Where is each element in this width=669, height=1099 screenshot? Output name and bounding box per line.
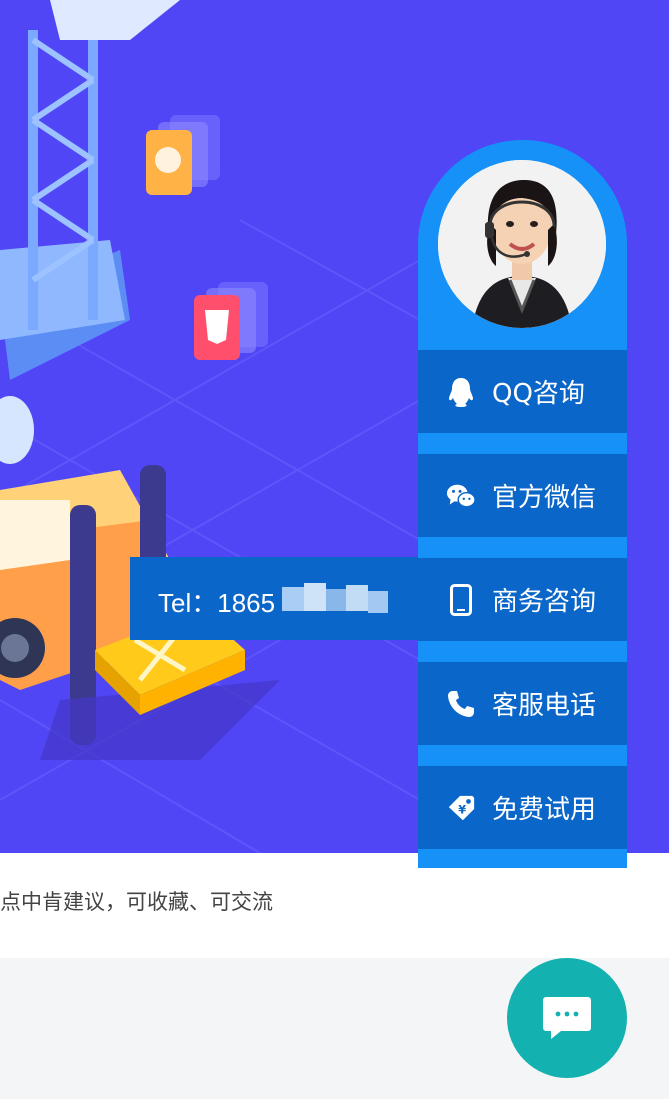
- tel-number-text: Tel：1865: [158, 588, 276, 618]
- qq-consult-button[interactable]: QQ咨询: [418, 350, 627, 433]
- agent-photo-icon: [438, 160, 606, 328]
- business-consult-label: 商务咨询: [492, 587, 597, 617]
- service-phone-button[interactable]: 客服电话: [418, 662, 627, 745]
- article-summary-text: 点中肯建议，可收藏、可交流: [0, 890, 273, 914]
- wechat-official-button[interactable]: 官方微信: [418, 454, 627, 537]
- tel-popup: Tel：1865: [130, 557, 427, 640]
- wechat-official-label: 官方微信: [492, 483, 597, 513]
- business-consult-button[interactable]: 商务咨询: [418, 558, 627, 641]
- qq-consult-label: QQ咨询: [492, 379, 585, 409]
- html5-tile: [194, 282, 268, 360]
- panel-divider: [418, 433, 627, 454]
- panel-divider: [418, 745, 627, 766]
- wechat-icon: [446, 481, 476, 511]
- qq-penguin-icon: [446, 377, 476, 407]
- panel-divider: [418, 537, 627, 558]
- panel-footer: [418, 849, 627, 868]
- agent-avatar: [438, 160, 606, 328]
- tel-number-pixelated: [282, 583, 388, 615]
- free-trial-button[interactable]: ¥ 免费试用: [418, 766, 627, 849]
- svg-text:¥: ¥: [458, 803, 466, 816]
- brain-gear-tile: [146, 115, 220, 195]
- chat-bubble-icon: [543, 997, 591, 1039]
- free-trial-label: 免费试用: [492, 795, 597, 825]
- mobile-phone-icon: [446, 583, 476, 616]
- service-phone-label: 客服电话: [492, 691, 597, 721]
- price-tag-icon: ¥: [446, 793, 476, 823]
- customer-service-panel: QQ咨询 官方微信 商务咨询 客服电话 ¥ 免费试用: [418, 140, 627, 868]
- panel-header: [418, 140, 627, 350]
- telephone-icon: [446, 689, 476, 719]
- panel-divider: [418, 641, 627, 662]
- chat-button[interactable]: [507, 958, 627, 1078]
